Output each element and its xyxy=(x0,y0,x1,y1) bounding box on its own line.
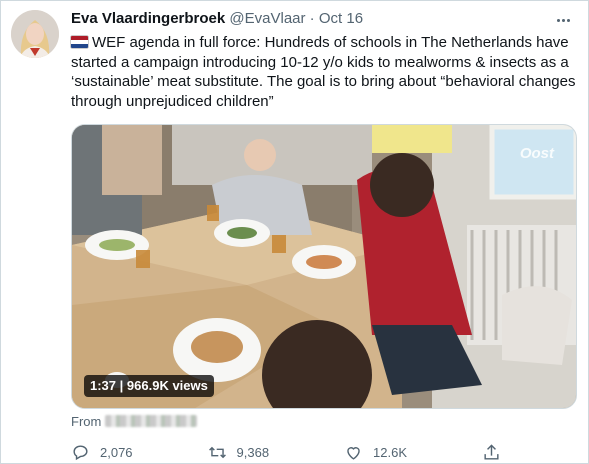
video-watermark: Oost xyxy=(519,145,554,162)
heart-icon xyxy=(347,446,360,460)
more-icon[interactable] xyxy=(554,11,572,29)
share-icon xyxy=(484,443,499,460)
video-stats-badge: 1:37 | 966.9K views xyxy=(84,375,214,397)
reply-icon xyxy=(73,444,88,460)
video-duration: 1:37 xyxy=(90,378,117,393)
reply-button[interactable]: 2,076 xyxy=(71,443,133,462)
netherlands-flag-icon xyxy=(71,36,88,48)
separator: · xyxy=(309,10,315,27)
like-button[interactable]: 12.6K xyxy=(344,443,407,462)
tweet-text: WEF agenda in full force: Hundreds of sc… xyxy=(71,33,577,111)
share-button[interactable] xyxy=(482,443,501,462)
tweet-actions: 2,076 9,368 12.6K xyxy=(71,441,501,463)
tweet-header: Eva Vlaardingerbroek @EvaVlaar · Oct 16 xyxy=(71,9,548,29)
author-handle[interactable]: @EvaVlaar xyxy=(229,10,305,27)
retweet-icon xyxy=(208,446,226,458)
tweet-card[interactable]: Eva Vlaardingerbroek @EvaVlaar · Oct 16 … xyxy=(0,0,589,464)
reply-count: 2,076 xyxy=(100,444,133,460)
avatar[interactable] xyxy=(11,10,59,58)
redacted-source xyxy=(105,415,198,427)
tweet-body: WEF agenda in full force: Hundreds of sc… xyxy=(71,34,576,110)
source-label: From xyxy=(71,414,102,429)
source-attribution: From xyxy=(71,413,198,431)
video-player[interactable]: Oost 1:37 | 966.9K views xyxy=(71,124,577,409)
video-views: 966.9K views xyxy=(126,378,208,393)
video-thumbnail xyxy=(72,125,576,408)
tweet-date[interactable]: Oct 16 xyxy=(319,10,363,27)
retweet-count: 9,368 xyxy=(236,444,270,460)
author-name[interactable]: Eva Vlaardingerbroek xyxy=(71,10,225,27)
like-count: 12.6K xyxy=(373,444,408,460)
retweet-button[interactable]: 9,368 xyxy=(208,443,270,462)
